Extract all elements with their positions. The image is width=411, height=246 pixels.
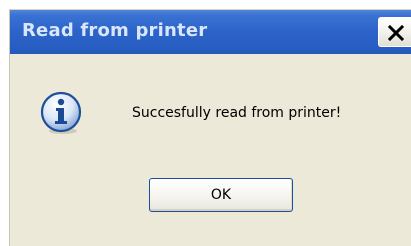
ok-button[interactable]: OK <box>149 178 293 212</box>
message-dialog: Read from printer Succesfully read from … <box>9 9 411 246</box>
title-bar[interactable]: Read from printer <box>10 10 411 54</box>
close-icon <box>388 25 404 41</box>
info-icon <box>39 91 85 137</box>
window-title: Read from printer <box>22 20 208 41</box>
close-button[interactable] <box>378 17 411 47</box>
message-text: Succesfully read from printer! <box>132 105 342 121</box>
